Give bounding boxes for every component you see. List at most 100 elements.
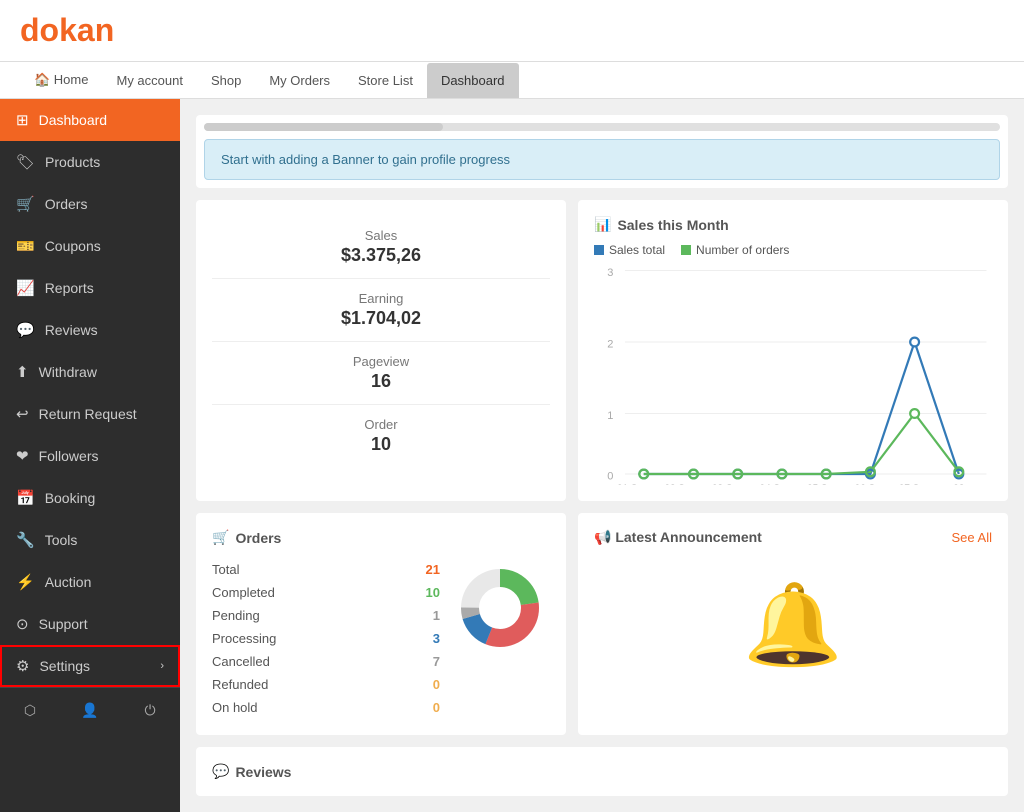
sidebar-item-products[interactable]: 🏷 Products [0, 141, 180, 183]
order-completed-label: Completed [212, 585, 275, 600]
tools-icon: 🔧 [16, 531, 35, 549]
sidebar-logout-btn[interactable]: ⬡ [0, 688, 60, 733]
main-layout: ⊞ Dashboard 🏷 Products 🛒 Orders 🎫 Coupon… [0, 99, 1024, 812]
nav-myorders[interactable]: My Orders [255, 63, 344, 98]
logout-icon: ⬡ [24, 702, 36, 719]
reviews-icon: 💬 [212, 763, 229, 780]
sales-label: Sales [212, 228, 550, 243]
order-processing-label: Processing [212, 631, 276, 646]
sidebar-item-return-request[interactable]: ↩ Return Request [0, 393, 180, 435]
sidebar-label-dashboard: Dashboard [39, 112, 108, 128]
donut-svg [450, 558, 550, 658]
chart-title: 📊 Sales this Month [594, 216, 992, 233]
sidebar-item-dashboard[interactable]: ⊞ Dashboard [0, 99, 180, 141]
legend-orders-dot [681, 245, 691, 255]
nav-home[interactable]: 🏠 Home [20, 62, 102, 98]
nav-storelist[interactable]: Store List [344, 63, 427, 98]
chart-legend: Sales total Number of orders [594, 243, 992, 257]
svg-text:0: 0 [607, 471, 613, 483]
order-total-count: 21 [426, 562, 440, 577]
order-pending-count: 1 [433, 608, 440, 623]
announcement-box: 📢 Latest Announcement See All 🔔 [578, 513, 1008, 735]
pageview-label: Pageview [212, 354, 550, 369]
sidebar-item-auction[interactable]: ⚡ Auction [0, 561, 180, 603]
stat-order: Order 10 [212, 405, 550, 467]
earning-label: Earning [212, 291, 550, 306]
legend-sales-total: Sales total [594, 243, 665, 257]
orders-cart-icon: 🛒 [212, 529, 229, 546]
reviews-box: 💬 Reviews [196, 747, 1008, 796]
dashboard-icon: ⊞ [16, 111, 29, 129]
order-label: Order [212, 417, 550, 432]
order-refunded-label: Refunded [212, 677, 268, 692]
sidebar-profile-btn[interactable]: 👤 [60, 688, 120, 733]
auction-icon: ⚡ [16, 573, 35, 591]
orders-box-title: 🛒 Orders [212, 529, 550, 546]
chart-box: 📊 Sales this Month Sales total Number of… [578, 200, 1008, 501]
chart-area: 3 2 1 0 [594, 265, 992, 485]
banner-notice: Start with adding a Banner to gain profi… [204, 139, 1000, 180]
booking-icon: 📅 [16, 489, 35, 507]
sidebar-item-reports[interactable]: 📈 Reports [0, 267, 180, 309]
sidebar-item-coupons[interactable]: 🎫 Coupons [0, 225, 180, 267]
sidebar-item-support[interactable]: ⊙ Support [0, 603, 180, 645]
reports-icon: 📈 [16, 279, 35, 297]
sidebar-label-followers: Followers [39, 448, 99, 464]
bell-area: 🔔 [594, 558, 992, 672]
sidebar-item-reviews[interactable]: 💬 Reviews [0, 309, 180, 351]
svg-text:03 Sep: 03 Sep [712, 484, 744, 485]
svg-text:06 Sep: 06 Sep [855, 484, 887, 485]
logo-highlight: do [20, 12, 59, 48]
sidebar-label-coupons: Coupons [45, 238, 101, 254]
announce-icon: 📢 [594, 529, 611, 545]
legend-sales-dot [594, 245, 604, 255]
earning-value: $1.704,02 [212, 308, 550, 329]
svg-text:08: 08 [953, 484, 965, 485]
pageview-value: 16 [212, 371, 550, 392]
sidebar-label-reviews: Reviews [45, 322, 98, 338]
orders-icon: 🛒 [16, 195, 35, 213]
withdraw-icon: ⬆ [16, 363, 29, 381]
order-row-pending: Pending 1 [212, 604, 440, 627]
see-all-link[interactable]: See All [952, 530, 992, 545]
order-onhold-count: 0 [433, 700, 440, 715]
svg-text:04 Sep: 04 Sep [760, 484, 792, 485]
logo-text: kan [59, 12, 114, 48]
sidebar-label-orders: Orders [45, 196, 88, 212]
sidebar-label-withdraw: Withdraw [39, 364, 97, 380]
stat-sales: Sales $3.375,26 [212, 216, 550, 279]
sidebar-item-booking[interactable]: 📅 Booking [0, 477, 180, 519]
order-value: 10 [212, 434, 550, 455]
order-row-processing: Processing 3 [212, 627, 440, 650]
sidebar-item-settings[interactable]: ⚙ Settings › [0, 645, 180, 687]
orders-announce-row: 🛒 Orders Total 21 Completed 10 [196, 513, 1008, 735]
svg-text:02 Sep: 02 Sep [664, 484, 696, 485]
sidebar-bottom: ⬡ 👤 ⏻ [0, 687, 180, 733]
sales-value: $3.375,26 [212, 245, 550, 266]
order-completed-count: 10 [426, 585, 440, 600]
order-processing-count: 3 [433, 631, 440, 646]
progress-fill [204, 123, 443, 131]
main-content: Start with adding a Banner to gain profi… [180, 99, 1024, 812]
orders-content: Total 21 Completed 10 Pending 1 Proces [212, 558, 550, 719]
sidebar-item-followers[interactable]: ❤ Followers [0, 435, 180, 477]
nav-shop[interactable]: Shop [197, 63, 255, 98]
order-row-onhold: On hold 0 [212, 696, 440, 719]
bell-icon: 🔔 [743, 578, 843, 672]
nav-myaccount[interactable]: My account [102, 63, 196, 98]
order-row-completed: Completed 10 [212, 581, 440, 604]
nav-dashboard[interactable]: Dashboard [427, 63, 519, 98]
sidebar-label-return: Return Request [39, 406, 137, 422]
sidebar-item-withdraw[interactable]: ⬆ Withdraw [0, 351, 180, 393]
sidebar: ⊞ Dashboard 🏷 Products 🛒 Orders 🎫 Coupon… [0, 99, 180, 812]
sidebar-label-auction: Auction [45, 574, 92, 590]
legend-orders-label: Number of orders [696, 243, 789, 257]
svg-text:3: 3 [607, 267, 613, 279]
return-icon: ↩ [16, 405, 29, 423]
progress-track [204, 123, 1000, 131]
sidebar-power-btn[interactable]: ⏻ [120, 688, 180, 733]
chart-title-text: Sales this Month [617, 217, 728, 233]
sidebar-item-orders[interactable]: 🛒 Orders [0, 183, 180, 225]
sidebar-item-tools[interactable]: 🔧 Tools [0, 519, 180, 561]
stats-box: Sales $3.375,26 Earning $1.704,02 Pagevi… [196, 200, 566, 501]
